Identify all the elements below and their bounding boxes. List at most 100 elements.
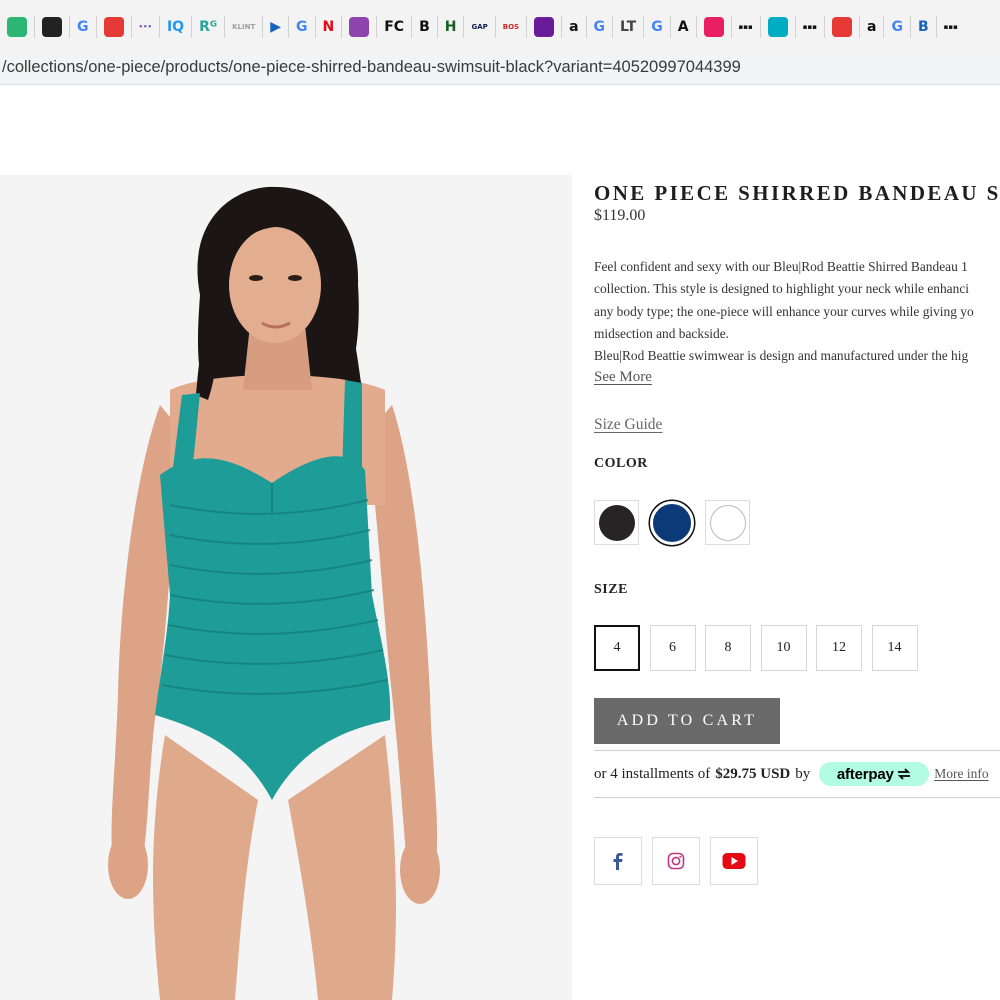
bookmark-separator: [262, 16, 264, 38]
bookmark-h-icon[interactable]: H: [443, 16, 459, 38]
facebook-share-button[interactable]: [594, 837, 642, 885]
product-price: $119.00: [594, 207, 646, 224]
bookmark-bold-b-icon[interactable]: B: [417, 16, 432, 38]
model-in-swimsuit-illustration: [108, 186, 440, 1000]
bookmark-fc-icon[interactable]: FC: [382, 16, 406, 38]
bookmark-google-icon[interactable]: G: [889, 16, 905, 38]
bookmark-google-icon[interactable]: G: [294, 16, 310, 38]
bookmark-moneycontrol-icon[interactable]: [40, 16, 64, 38]
description-line: Bleu|Rod Beattie swimwear is design and …: [594, 348, 969, 364]
bookmark-separator: [314, 16, 316, 38]
lt-icon: LT: [620, 19, 637, 35]
dots-icon: •••: [138, 23, 152, 31]
bookmark-separator: [669, 16, 671, 38]
bold-b-icon: B: [419, 19, 430, 35]
bookmark-dots-icon[interactable]: •••: [137, 16, 154, 38]
bos-icon: BOS: [502, 23, 520, 31]
size-option-10[interactable]: 10: [760, 625, 807, 671]
bookmark-klint-icon[interactable]: KLINT: [230, 16, 257, 38]
size-option-4[interactable]: 4: [594, 625, 640, 671]
bookmark-google-icon[interactable]: G: [75, 16, 91, 38]
size-option-14[interactable]: 14: [871, 625, 918, 671]
bookmark-separator: [561, 16, 563, 38]
bookmark-gap-icon[interactable]: GAP: [469, 16, 489, 38]
bookmark-three-bars-icon[interactable]: ▪▪▪: [801, 16, 819, 38]
bookmark-google-icon[interactable]: G: [592, 16, 608, 38]
bookmark-b-box-icon[interactable]: B: [916, 16, 931, 38]
gap-icon: GAP: [471, 23, 488, 31]
bookmark-netflix-icon[interactable]: N: [321, 16, 337, 38]
bookmark-lt-icon[interactable]: LT: [618, 16, 638, 38]
color-swatch-navy[interactable]: [649, 500, 695, 545]
bookmark-gallery-icon[interactable]: [347, 16, 371, 38]
bookmark-rg-icon[interactable]: Rᴳ: [197, 16, 219, 38]
bookmark-separator: [494, 16, 496, 38]
bookmark-swirl-icon[interactable]: [766, 16, 790, 38]
bookmark-separator: [341, 16, 343, 38]
product-description: Feel confident and sexy with our Bleu|Ro…: [594, 256, 1000, 367]
bookmark-google-icon[interactable]: G: [649, 16, 665, 38]
bookmark-playlist-icon[interactable]: [532, 16, 556, 38]
flag-icon: [832, 17, 852, 37]
bookmark-separator: [130, 16, 132, 38]
playlist-icon: [534, 17, 555, 37]
bookmark-separator: [859, 16, 860, 38]
bookmark-separator: [224, 16, 226, 38]
divider: [594, 797, 1000, 798]
bookmark-play-icon[interactable]: ▶: [268, 16, 283, 38]
bookmark-three-bars-icon[interactable]: ▪▪▪: [942, 16, 960, 38]
bookmark-colored-dots-icon[interactable]: [702, 16, 726, 38]
size-option-8[interactable]: 8: [705, 625, 751, 671]
green-hat-icon: [7, 17, 27, 37]
size-guide-link[interactable]: Size Guide: [594, 416, 662, 434]
color-dot: [650, 500, 694, 545]
divider: [594, 750, 1000, 751]
h-icon: H: [444, 19, 457, 35]
bookmark-separator: [612, 16, 614, 38]
bookmark-separator: [585, 16, 587, 38]
bookmark-flag-icon[interactable]: [830, 16, 854, 38]
bookmark-iq-icon[interactable]: IQ: [165, 16, 186, 38]
product-title: ONE PIECE SHIRRED BANDEAU SW: [594, 181, 1000, 205]
url-text[interactable]: /collections/one-piece/products/one-piec…: [2, 58, 741, 77]
see-more-link[interactable]: See More: [594, 369, 652, 386]
bookmark-amazon-icon[interactable]: a: [865, 16, 878, 38]
google-icon: G: [891, 19, 903, 35]
bookmark-three-bars-icon[interactable]: ▪▪▪: [737, 16, 755, 38]
add-to-cart-button[interactable]: ADD TO CART: [594, 698, 780, 744]
bookmark-bos-icon[interactable]: BOS: [501, 16, 521, 38]
a-serif-icon: A: [677, 19, 689, 35]
bookmark-separator: [34, 16, 35, 38]
youtube-share-button[interactable]: [710, 837, 758, 885]
swirl-icon: [767, 17, 788, 37]
bookmark-a-serif-icon[interactable]: A: [676, 16, 691, 38]
bookmark-amazon-icon[interactable]: a: [567, 16, 580, 38]
color-swatch-white[interactable]: [705, 500, 750, 545]
instagram-icon: [667, 852, 685, 870]
color-swatch-black[interactable]: [594, 500, 639, 545]
youtube-icon: [722, 853, 746, 869]
more-info-link[interactable]: More info: [934, 766, 988, 782]
bookmark-separator: [436, 16, 438, 38]
google-icon: G: [651, 19, 663, 35]
b-box-icon: B: [917, 19, 929, 35]
size-option-6[interactable]: 6: [649, 625, 696, 671]
bookmark-separator: [69, 16, 70, 38]
product-image[interactable]: [0, 175, 572, 1000]
google-icon: G: [77, 19, 89, 35]
description-line: any body type; the one-piece will enhanc…: [594, 303, 974, 319]
address-bar[interactable]: /collections/one-piece/products/one-piec…: [0, 54, 1000, 85]
gallery-icon: [349, 17, 370, 37]
size-label: SIZE: [594, 582, 628, 597]
size-option-12[interactable]: 12: [816, 625, 862, 671]
three-bars-icon: ▪▪▪: [738, 23, 753, 31]
color-label: COLOR: [594, 456, 648, 471]
bookmark-separator: [463, 16, 465, 38]
bookmark-separator: [730, 16, 732, 38]
bookmark-separator: [158, 16, 160, 38]
bookmark-red-blue-a-icon[interactable]: [102, 16, 126, 38]
description-line: Feel confident and sexy with our Bleu|Ro…: [594, 259, 968, 274]
instagram-share-button[interactable]: [652, 837, 700, 885]
bookmark-separator: [824, 16, 825, 38]
bookmark-green-hat-icon[interactable]: [5, 16, 29, 38]
